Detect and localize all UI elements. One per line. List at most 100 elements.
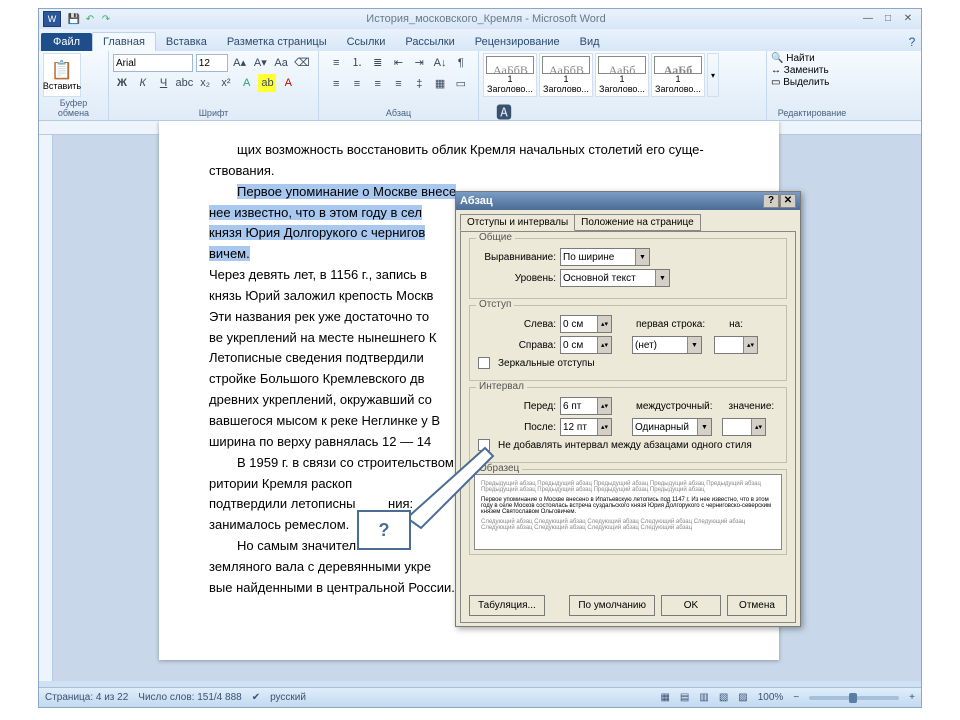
fieldset-preview: Образец Предыдущий абзац Предыдущий абза… xyxy=(469,469,787,555)
view-web-icon[interactable]: ▥ xyxy=(699,692,708,703)
tab-insert[interactable]: Вставка xyxy=(156,33,217,51)
align-left-button[interactable]: ≡ xyxy=(327,75,345,93)
alignment-combo[interactable]: По ширине▼ xyxy=(560,248,650,266)
style-item-1[interactable]: АаБбВ1 Заголово... xyxy=(483,53,537,97)
line-spacing-button[interactable]: ‡ xyxy=(410,75,428,93)
zoom-in-button[interactable]: + xyxy=(909,692,915,703)
maximize-button[interactable]: □ xyxy=(879,12,897,26)
qat-save-icon[interactable]: 💾 xyxy=(67,12,81,26)
text-effects-button[interactable]: A xyxy=(238,74,256,92)
dialog-titlebar[interactable]: Абзац ? ✕ xyxy=(456,192,800,210)
grow-font-button[interactable]: A▴ xyxy=(231,53,249,71)
subscript-button[interactable]: x₂ xyxy=(196,74,214,92)
shrink-font-button[interactable]: A▾ xyxy=(251,53,269,71)
inc-indent-button[interactable]: ⇥ xyxy=(410,54,428,72)
close-button[interactable]: ✕ xyxy=(899,12,917,26)
tabs-button[interactable]: Табуляция... xyxy=(469,595,545,616)
bold-button[interactable]: Ж xyxy=(113,74,131,92)
view-outline-icon[interactable]: ▧ xyxy=(719,692,728,703)
help-icon[interactable]: ? xyxy=(903,33,921,51)
indent-right-spinner[interactable]: 0 см▴▾ xyxy=(560,336,612,354)
status-words[interactable]: Число слов: 151/4 888 xyxy=(138,692,241,703)
italic-button[interactable]: К xyxy=(134,74,152,92)
fieldset-indent: Отступ Слева: 0 см▴▾ первая строка: на: … xyxy=(469,305,787,381)
shading-button[interactable]: ▦ xyxy=(431,74,449,92)
view-read-icon[interactable]: ▤ xyxy=(680,692,689,703)
default-button[interactable]: По умолчанию xyxy=(569,595,655,616)
alignment-label: Выравнивание: xyxy=(478,252,556,263)
tab-layout[interactable]: Разметка страницы xyxy=(217,33,337,51)
file-tab[interactable]: Файл xyxy=(41,33,92,51)
firstline-combo[interactable]: (нет)▼ xyxy=(632,336,702,354)
dec-indent-button[interactable]: ⇤ xyxy=(390,54,408,72)
status-page[interactable]: Страница: 4 из 22 xyxy=(45,692,128,703)
firstline-by-spinner[interactable]: ▴▾ xyxy=(714,336,758,354)
font-color-button[interactable]: A xyxy=(279,74,297,92)
cancel-button[interactable]: Отмена xyxy=(727,595,787,616)
style-item-2[interactable]: АаБбВ1 Заголово... xyxy=(539,53,593,97)
tab-references[interactable]: Ссылки xyxy=(337,33,396,51)
justify-button[interactable]: ≡ xyxy=(390,75,408,93)
view-draft-icon[interactable]: ▨ xyxy=(738,692,747,703)
underline-button[interactable]: Ч xyxy=(155,74,173,92)
spacing-before-spinner[interactable]: 6 пт▴▾ xyxy=(560,397,612,415)
dialog-tab-indents[interactable]: Отступы и интервалы xyxy=(460,214,575,231)
strike-button[interactable]: abc xyxy=(175,74,193,92)
align-center-button[interactable]: ≡ xyxy=(348,75,366,93)
text-line: земляного вала с деревянными укре xyxy=(209,559,431,574)
linespace-value-spinner[interactable]: ▴▾ xyxy=(722,418,766,436)
minimize-button[interactable]: — xyxy=(859,12,877,26)
align-right-button[interactable]: ≡ xyxy=(369,75,387,93)
find-button[interactable]: 🔍 Найти xyxy=(771,53,815,64)
zoom-slider[interactable] xyxy=(809,696,899,700)
change-case-button[interactable]: Aa xyxy=(272,54,290,72)
zoom-level[interactable]: 100% xyxy=(758,692,784,703)
highlight-button[interactable]: ab xyxy=(258,74,276,92)
ok-button[interactable]: OK xyxy=(661,595,721,616)
dialog-close-button[interactable]: ✕ xyxy=(780,194,796,208)
nosame-checkbox[interactable] xyxy=(478,439,490,451)
spacing-after-spinner[interactable]: 12 пт▴▾ xyxy=(560,418,612,436)
text-line: Через девять лет, в 1156 г., запись в xyxy=(209,267,427,282)
style-item-4[interactable]: АаБб1 Заголово... xyxy=(651,53,705,97)
superscript-button[interactable]: x² xyxy=(217,74,235,92)
replace-button[interactable]: ↔ Заменить xyxy=(771,65,829,76)
mirror-indents-checkbox[interactable] xyxy=(478,357,490,369)
sort-button[interactable]: A↓ xyxy=(431,54,449,72)
dialog-help-button[interactable]: ? xyxy=(763,194,779,208)
linespace-combo[interactable]: Одинарный▼ xyxy=(632,418,712,436)
level-combo[interactable]: Основной текст▼ xyxy=(560,269,670,287)
preview-context-before: Предыдущий абзац Предыдущий абзац Предыд… xyxy=(481,481,775,493)
numbering-button[interactable]: ⒈ xyxy=(348,53,366,71)
qat-redo-icon[interactable]: ↷ xyxy=(99,12,113,26)
font-size-combo[interactable]: 12 xyxy=(196,54,228,72)
tab-review[interactable]: Рецензирование xyxy=(465,33,570,51)
clear-format-button[interactable]: ⌫ xyxy=(293,53,311,71)
view-print-icon[interactable]: ▦ xyxy=(660,692,669,703)
tab-home[interactable]: Главная xyxy=(92,32,156,51)
bullets-button[interactable]: ≡ xyxy=(327,54,345,72)
nosame-label: Не добавлять интервал между абзацами одн… xyxy=(498,440,752,451)
select-button[interactable]: ▭ Выделить xyxy=(771,77,829,88)
multilevel-button[interactable]: ≣ xyxy=(369,54,387,72)
indent-left-spinner[interactable]: 0 см▴▾ xyxy=(560,315,612,333)
quick-access-toolbar: 💾 ↶ ↷ xyxy=(67,12,113,26)
vertical-ruler[interactable] xyxy=(39,135,53,681)
qat-undo-icon[interactable]: ↶ xyxy=(83,12,97,26)
styles-more-button[interactable]: ▾ xyxy=(707,53,719,97)
status-language[interactable]: русский xyxy=(270,692,306,703)
status-proof-icon[interactable]: ✔ xyxy=(252,692,260,703)
text-line: ритории Кремля раскоп xyxy=(209,476,352,491)
paste-button[interactable]: 📋Вставить xyxy=(43,53,81,97)
borders-button[interactable]: ▭ xyxy=(452,74,470,92)
spacing-after-label: После: xyxy=(478,422,556,433)
font-name-combo[interactable]: Arial xyxy=(113,54,193,72)
zoom-out-button[interactable]: − xyxy=(793,692,799,703)
text-selected: вичем. xyxy=(209,246,250,261)
dialog-tab-breaks[interactable]: Положение на странице xyxy=(574,214,700,231)
style-item-3[interactable]: АаБб1 Заголово... xyxy=(595,53,649,97)
tab-mailings[interactable]: Рассылки xyxy=(395,33,464,51)
indent-right-label: Справа: xyxy=(478,340,556,351)
show-marks-button[interactable]: ¶ xyxy=(452,54,470,72)
tab-view[interactable]: Вид xyxy=(570,33,610,51)
